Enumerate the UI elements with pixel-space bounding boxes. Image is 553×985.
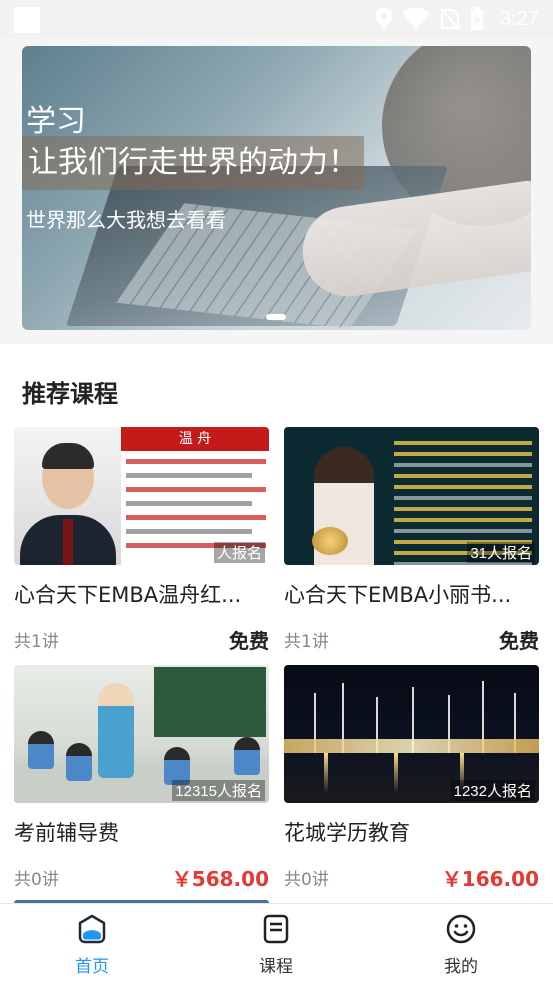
course-price: ￥166.00 — [441, 867, 539, 891]
tab-course[interactable]: 课程 — [184, 904, 368, 985]
enrolled-count: 31人报名 — [467, 542, 535, 563]
battery-charging-icon — [471, 7, 484, 30]
course-card[interactable]: 12315人报名 考前辅导费 共0讲 ￥568.00 — [14, 665, 269, 891]
thumb-student — [66, 743, 92, 781]
course-title[interactable]: 心合天下EMBA温舟红... — [14, 579, 269, 609]
banner-title: 学习 — [26, 104, 86, 139]
thumb-teacher — [98, 683, 134, 778]
course-card[interactable]: 温 舟 人报名 心合天下EMBA温舟红... 共1讲 免费 — [14, 427, 269, 653]
course-thumbnail[interactable]: 31人报名 — [284, 427, 539, 565]
banner-section: 学习 让我们行走世界的动力！ 世界那么大我想去看看 — [0, 38, 553, 344]
course-title[interactable]: 心合天下EMBA小丽书... — [284, 579, 539, 609]
thumb-reflection — [394, 753, 398, 793]
enrolled-count: 1232人报名 — [450, 780, 535, 801]
banner-carousel[interactable]: 学习 让我们行走世界的动力！ 世界那么大我想去看看 — [22, 46, 531, 330]
course-thumbnail[interactable]: 12315人报名 — [14, 665, 269, 803]
enrolled-count: 12315人报名 — [172, 780, 265, 801]
thumb-tie — [63, 519, 73, 565]
course-thumbnail[interactable]: 温 舟 人报名 — [14, 427, 269, 565]
home-icon — [78, 914, 106, 944]
course-card[interactable]: 31人报名 心合天下EMBA小丽书... 共1讲 免费 — [284, 427, 539, 653]
thumb-student — [234, 737, 260, 775]
course-thumbnail[interactable]: 1232人报名 — [284, 665, 539, 803]
tab-course-label: 课程 — [259, 957, 293, 977]
lesson-count: 共1讲 — [284, 632, 329, 652]
tab-home[interactable]: 首页 — [0, 904, 184, 985]
tab-profile[interactable]: 我的 — [369, 904, 553, 985]
lesson-count: 共1讲 — [14, 632, 59, 652]
thumb-header: 温 舟 — [121, 427, 269, 451]
banner-subtitle: 让我们行走世界的动力！ — [22, 136, 364, 190]
thumb-flower — [312, 527, 348, 555]
thumb-harbor-lights — [284, 739, 539, 753]
lesson-count: 共0讲 — [14, 870, 59, 890]
course-price: ￥568.00 — [171, 867, 269, 891]
profile-smile-icon — [446, 914, 476, 944]
location-icon — [376, 8, 393, 30]
status-bar: 3:27 — [0, 0, 553, 38]
notification-icon — [14, 7, 40, 33]
thumb-blackboard — [154, 667, 266, 737]
course-price: 免费 — [499, 629, 539, 653]
clock: 3:27 — [500, 7, 539, 30]
tab-home-label: 首页 — [75, 957, 109, 977]
status-icons: 3:27 — [376, 6, 539, 32]
course-title[interactable]: 考前辅导费 — [14, 817, 269, 847]
course-price: 免费 — [229, 629, 269, 653]
bottom-tab-bar: 首页 课程 我的 — [0, 903, 553, 985]
enrolled-count: 人报名 — [213, 542, 265, 563]
thumb-reflection — [324, 753, 328, 793]
lesson-count: 共0讲 — [284, 870, 329, 890]
banner-tagline: 世界那么大我想去看看 — [26, 208, 226, 232]
course-book-icon — [263, 914, 289, 944]
carousel-indicator-dot[interactable] — [266, 314, 286, 320]
section-title: 推荐课程 — [22, 380, 118, 408]
tab-profile-label: 我的 — [444, 957, 478, 977]
course-title[interactable]: 花城学历教育 — [284, 817, 539, 847]
no-sim-icon — [440, 8, 461, 30]
wifi-icon — [402, 8, 431, 30]
thumb-student — [28, 731, 54, 769]
course-card[interactable]: 1232人报名 花城学历教育 共0讲 ￥166.00 — [284, 665, 539, 891]
